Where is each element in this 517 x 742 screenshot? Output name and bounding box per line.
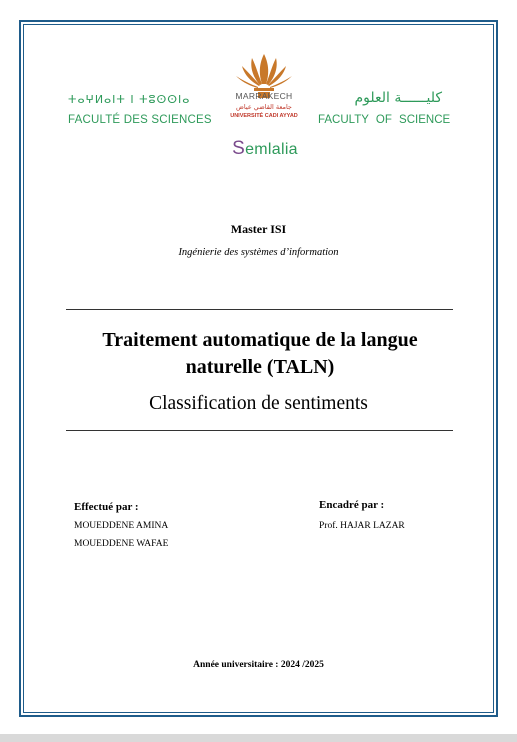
university-name-arabic: جامعة القاضي عياض [236,103,292,111]
program-title: Master ISI [230,222,287,236]
semlalia-logo: Semlalia [226,138,304,160]
faculty-name-tifinagh: ⵜⴰⵖⵍⴰⵏⵜ ⵏ ⵜⵓⵙⵙⵏⴰ [68,93,191,106]
semlalia-logo-text: emlalia [245,141,298,158]
page-bottom-edge [0,734,517,742]
academic-year: Année universitaire : 2024 /2025 [193,660,324,670]
document-topic: Classification de sentiments [149,393,368,414]
program-subtitle: Ingénierie des systèmes d’information [178,247,339,258]
title-bottom-rule [66,430,453,431]
supervisor-label: Encadré par : [319,499,385,511]
document-title: Traitement automatique de la langue natu… [102,329,418,378]
university-city: MARRAKECH [235,91,293,101]
supervisor-name: Prof. HAJAR LAZAR [319,521,405,531]
faculty-name-french: FACULTÉ DES SCIENCES [68,114,212,126]
faculty-name-arabic: كليــــــة العلوم [354,90,442,106]
faculty-name-english: FACULTY OF SCIENCE [318,114,451,126]
authors-label: Effectué par : [74,501,139,513]
title-top-rule [66,309,453,310]
author-name: MOUEDDENE AMINA [74,521,169,531]
semlalia-logo-initial: S [232,138,246,159]
university-name-french: UNIVERSITÉ CADI AYYAD [230,113,298,119]
author-name: MOUEDDENE WAFAE [74,539,169,549]
